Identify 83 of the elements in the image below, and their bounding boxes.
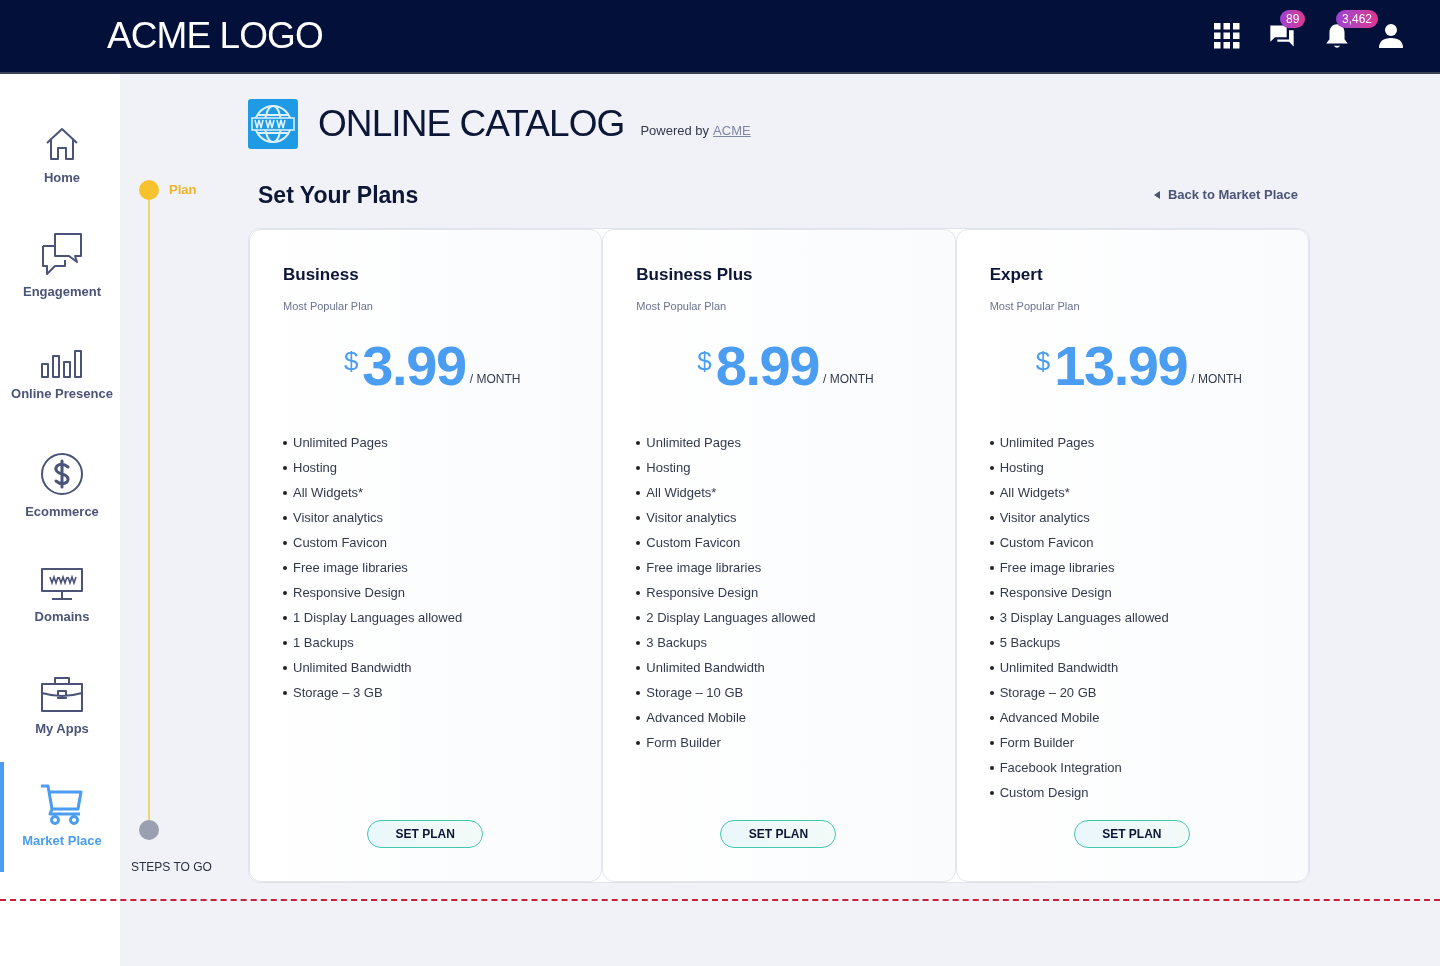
- currency-symbol: $: [1035, 345, 1051, 378]
- feature-item: Unlimited Bandwidth: [989, 655, 1288, 680]
- plan-subtitle: Most Popular Plan: [989, 298, 1081, 314]
- shopping-cart-icon: [40, 783, 84, 826]
- feature-item: 2 Display Languages allowed: [636, 605, 935, 630]
- feature-item: Unlimited Pages: [989, 430, 1288, 455]
- user-icon[interactable]: [1378, 23, 1404, 49]
- back-arrow-icon: [1153, 190, 1160, 199]
- feature-item: Unlimited Bandwidth: [283, 655, 582, 680]
- plan-subtitle: Most Popular Plan: [283, 298, 374, 314]
- feature-item: Advanced Mobile: [989, 705, 1288, 730]
- briefcase-icon: [40, 675, 84, 714]
- feature-item: Facebook Integration: [989, 755, 1288, 780]
- feature-item: All Widgets*: [636, 480, 935, 505]
- sidebar-item[interactable]: Online Presence: [0, 322, 120, 432]
- feature-item: Visitor analytics: [989, 505, 1288, 530]
- feature-item: 5 Backups: [989, 630, 1288, 655]
- steps-to-go-label: STEPS TO GO: [131, 859, 213, 876]
- plan-subtitle: Most Popular Plan: [636, 298, 728, 314]
- feature-item: 1 Backups: [283, 630, 582, 655]
- feature-item: Free image libraries: [283, 555, 582, 580]
- feature-item: Responsive Design: [989, 580, 1288, 605]
- feature-item: Custom Design: [989, 780, 1288, 805]
- feature-item: All Widgets*: [283, 480, 582, 505]
- count-badge: 89: [1280, 10, 1306, 28]
- sidebar-item[interactable]: Home: [0, 102, 120, 212]
- page-heading: Set Your Plans: [258, 180, 419, 210]
- feature-item: Hosting: [989, 455, 1288, 480]
- plan-price: 3.99: [362, 336, 466, 396]
- feature-item: Custom Favicon: [283, 530, 582, 555]
- plan-price: 8.99: [715, 336, 820, 396]
- powered-by-text: Powered by: [640, 122, 710, 140]
- feature-item: Custom Favicon: [989, 530, 1288, 555]
- feature-item: Free image libraries: [989, 555, 1288, 580]
- currency-symbol: $: [697, 345, 712, 378]
- feature-item: Storage – 20 GB: [989, 680, 1288, 705]
- dollar-circle-icon: [40, 452, 84, 497]
- globe-www-icon: [248, 98, 298, 149]
- price-period: / MONTH: [469, 371, 521, 388]
- bar-chart-icon: [41, 350, 83, 379]
- feature-item: 3 Backups: [636, 630, 935, 655]
- plan-name: Business: [283, 264, 360, 286]
- feature-item: Storage – 10 GB: [636, 680, 935, 705]
- feature-item: Storage – 3 GB: [283, 680, 582, 705]
- home-icon: [44, 126, 80, 163]
- feature-item: Hosting: [636, 455, 935, 480]
- step-label: Plan: [169, 181, 197, 200]
- feature-item: Form Builder: [636, 730, 935, 755]
- price-period: / MONTH: [823, 371, 874, 388]
- sidebar-item[interactable]: My Apps: [0, 652, 120, 762]
- catalog-title: ONLINE CATALOG: [318, 102, 625, 146]
- feature-item: Custom Favicon: [636, 530, 935, 555]
- feature-item: All Widgets*: [989, 480, 1288, 505]
- price-period: / MONTH: [1191, 371, 1242, 388]
- feature-item: Visitor analytics: [283, 505, 582, 530]
- set-plan-button[interactable]: SET PLAN: [1073, 820, 1190, 848]
- logo[interactable]: ACME LOGO: [107, 8, 323, 64]
- currency-symbol: $: [343, 345, 359, 378]
- sidebar-item[interactable]: Ecommerce: [0, 432, 120, 542]
- feature-item: Responsive Design: [636, 580, 935, 605]
- sidebar-item[interactable]: Domains: [0, 542, 120, 652]
- set-plan-button[interactable]: SET PLAN: [367, 820, 484, 848]
- feature-item: Responsive Design: [283, 580, 582, 605]
- set-plan-button[interactable]: SET PLAN: [720, 820, 837, 848]
- feature-item: Advanced Mobile: [636, 705, 935, 730]
- monitor-icon: [40, 567, 84, 602]
- feature-item: Free image libraries: [636, 555, 935, 580]
- apps-grid-icon[interactable]: [1214, 23, 1240, 49]
- plan-price: 13.99: [1054, 336, 1188, 396]
- feature-item: 1 Display Languages allowed: [283, 605, 582, 630]
- feature-item: Unlimited Pages: [283, 430, 582, 455]
- sidebar-item[interactable]: Engagement: [0, 212, 120, 322]
- feature-item: Visitor analytics: [636, 505, 935, 530]
- feature-item: Unlimited Pages: [636, 430, 935, 455]
- feature-item: Form Builder: [989, 730, 1288, 755]
- back-link[interactable]: Back to Market Place: [1153, 185, 1298, 205]
- count-badge: 3,462: [1336, 10, 1379, 28]
- plan-name: Expert: [989, 264, 1044, 286]
- plan-name: Business Plus: [636, 264, 754, 286]
- feature-item: Hosting: [283, 455, 582, 480]
- feature-item: 3 Display Languages allowed: [989, 605, 1288, 630]
- speech-bubbles-icon: [41, 232, 83, 277]
- feature-item: Unlimited Bandwidth: [636, 655, 935, 680]
